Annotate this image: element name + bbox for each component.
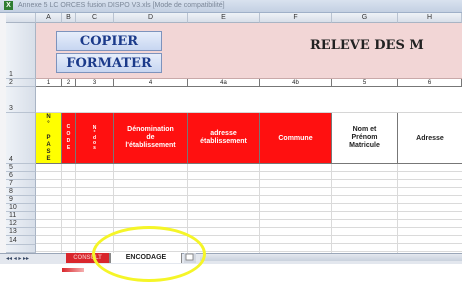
status-area: [0, 264, 462, 298]
number-cell[interactable]: 3: [76, 79, 114, 87]
number-cell[interactable]: 2: [62, 79, 76, 87]
column-header-a[interactable]: A: [36, 13, 62, 23]
column-header-e[interactable]: E: [188, 13, 260, 23]
sheet-nav-arrows[interactable]: ◂◂ ◂ ▸ ▸▸: [6, 255, 29, 262]
row-header-2[interactable]: 2: [6, 79, 36, 87]
header-n-dossier-label: N ° d o s: [92, 124, 97, 151]
column-header-d[interactable]: D: [114, 13, 188, 23]
row-header-8[interactable]: 8: [6, 188, 36, 196]
row-header-14[interactable]: 14: [6, 236, 36, 245]
header-n-passe[interactable]: N ° P A S E: [36, 113, 62, 164]
window-title-bar: X Annexe 5 LC ORCES fusion DISPO V3.xls …: [0, 0, 462, 13]
row-header-7[interactable]: 7: [6, 180, 36, 188]
header-nom-prenom-label: Nom et Prénom Matricule: [349, 126, 380, 149]
row-header-12[interactable]: 12: [6, 220, 36, 228]
copier-button[interactable]: COPIER: [56, 31, 162, 51]
formater-button[interactable]: FORMATER: [56, 53, 162, 73]
header-n-passe-label: N ° P A S E: [46, 114, 51, 162]
annotation-circle: [92, 226, 206, 282]
header-adresse-etablissement[interactable]: adresse établissement: [188, 113, 260, 164]
number-cell[interactable]: 6: [398, 79, 462, 87]
column-header-b[interactable]: B: [62, 13, 76, 23]
header-code[interactable]: C O D E: [62, 113, 76, 164]
header-adresse-etablissement-label: adresse établissement: [200, 130, 247, 145]
row-header-1[interactable]: 1: [6, 23, 36, 79]
header-n-dossier[interactable]: N ° d o s: [76, 113, 114, 164]
number-cell[interactable]: 4b: [260, 79, 332, 87]
row-header-6[interactable]: 6: [6, 172, 36, 180]
sheet-color-swatch: [62, 268, 84, 272]
header-adresse-label: Adresse: [416, 134, 444, 142]
row-header-5[interactable]: 5: [6, 164, 36, 172]
header-commune-label: Commune: [278, 134, 313, 142]
row-header-4[interactable]: 4: [6, 113, 36, 164]
header-commune[interactable]: Commune: [260, 113, 332, 164]
row-header-3[interactable]: 3: [6, 87, 36, 113]
sheet-title: RELEVE DES M: [310, 38, 424, 53]
row-header-13[interactable]: 13: [6, 228, 36, 236]
row-header-11[interactable]: 11: [6, 212, 36, 220]
header-nom-prenom[interactable]: Nom et Prénom Matricule: [332, 113, 398, 164]
number-cell[interactable]: 5: [332, 79, 398, 87]
row-header-10[interactable]: 10: [6, 204, 36, 212]
column-header-c[interactable]: C: [76, 13, 114, 23]
column-header-g[interactable]: G: [332, 13, 398, 23]
column-header-h[interactable]: H: [398, 13, 462, 23]
row-header-9[interactable]: 9: [6, 196, 36, 204]
number-cell[interactable]: 1: [36, 79, 62, 87]
row-header-15[interactable]: [6, 245, 36, 253]
excel-icon: X: [4, 1, 13, 10]
header-denomination[interactable]: Dénomination de l'établissement: [114, 113, 188, 164]
horizontal-scrollbar[interactable]: [200, 255, 462, 261]
number-cell[interactable]: 4: [114, 79, 188, 87]
number-cell[interactable]: 4a: [188, 79, 260, 87]
header-code-label: C O D E: [66, 124, 71, 151]
column-header-f[interactable]: F: [260, 13, 332, 23]
window-title: Annexe 5 LC ORCES fusion DISPO V3.xls [M…: [18, 2, 225, 9]
select-all-corner[interactable]: [6, 13, 36, 23]
header-adresse[interactable]: Adresse: [398, 113, 462, 164]
header-denomination-label: Dénomination de l'établissement: [125, 126, 176, 149]
row-3-cells[interactable]: [36, 87, 462, 113]
